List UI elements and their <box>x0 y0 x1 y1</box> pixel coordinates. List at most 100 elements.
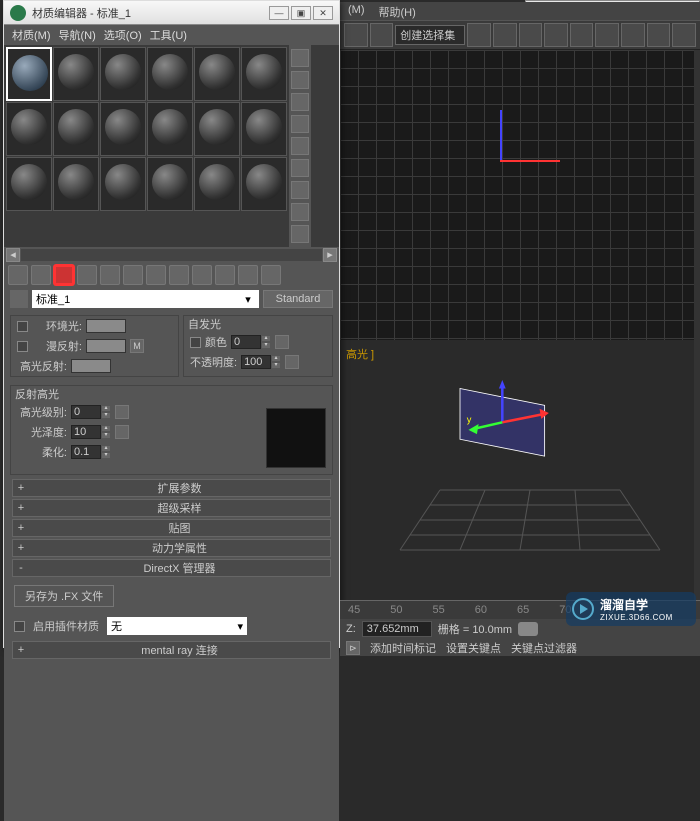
sample-slot-17[interactable] <box>194 157 240 211</box>
set-key-button[interactable]: 设置关键点 <box>446 640 501 656</box>
mirror-icon[interactable] <box>493 23 517 47</box>
toolbar-btn-3[interactable] <box>467 23 491 47</box>
sample-slot-9[interactable] <box>100 102 146 156</box>
viewport-scrollbar[interactable] <box>694 50 700 600</box>
show-map-icon[interactable] <box>192 265 212 285</box>
render-icon[interactable] <box>672 23 696 47</box>
sample-slot-10[interactable] <box>147 102 193 156</box>
ambient-swatch[interactable] <box>86 319 126 333</box>
diffuse-map-button[interactable]: M <box>130 339 144 353</box>
sample-slot-6[interactable] <box>241 47 287 101</box>
opacity-map-button[interactable] <box>285 355 299 369</box>
rollout-dynamics[interactable]: +动力学属性 <box>12 539 331 557</box>
rollout-directx[interactable]: -DirectX 管理器 <box>12 559 331 577</box>
sample-type-icon[interactable] <box>291 49 309 67</box>
reset-map-icon[interactable] <box>77 265 97 285</box>
spec-level-map-button[interactable] <box>115 405 129 419</box>
close-button[interactable]: ✕ <box>313 6 333 20</box>
menu-help[interactable]: 帮助(H) <box>379 4 416 18</box>
background-icon[interactable] <box>291 93 309 111</box>
rollout-extended[interactable]: +扩展参数 <box>12 479 331 497</box>
sample-slot-18[interactable] <box>241 157 287 211</box>
sample-hscroll[interactable]: ◂ ▸ <box>4 247 339 263</box>
z-coord-field[interactable]: 37.652mm <box>362 621 432 637</box>
self-illum-map-button[interactable] <box>275 335 289 349</box>
sample-slot-1[interactable] <box>6 47 52 101</box>
sample-slot-13[interactable] <box>6 157 52 211</box>
gloss-spinner[interactable]: 10▴▾ <box>71 425 111 439</box>
sample-slot-11[interactable] <box>194 102 240 156</box>
show-end-result-icon[interactable] <box>215 265 235 285</box>
scroll-right-icon[interactable]: ▸ <box>323 248 337 262</box>
specular-swatch[interactable] <box>71 359 111 373</box>
ambient-lock[interactable] <box>17 321 28 332</box>
sample-slot-4[interactable] <box>147 47 193 101</box>
material-name-input[interactable]: 标准_1▾ <box>32 290 259 308</box>
enable-plugin-check[interactable] <box>14 621 25 632</box>
options-icon[interactable] <box>291 181 309 199</box>
material-id-icon[interactable] <box>169 265 189 285</box>
align-icon[interactable] <box>519 23 543 47</box>
curve-editor-icon[interactable] <box>570 23 594 47</box>
scroll-track[interactable] <box>21 249 322 261</box>
scroll-left-icon[interactable]: ◂ <box>6 248 20 262</box>
diffuse-swatch[interactable] <box>86 339 126 353</box>
assign-to-selection-icon[interactable] <box>54 265 74 285</box>
sample-slot-16[interactable] <box>147 157 193 211</box>
put-to-library-icon[interactable] <box>146 265 166 285</box>
sample-slot-3[interactable] <box>100 47 146 101</box>
render-setup-icon[interactable] <box>647 23 671 47</box>
menu-maxscript[interactable]: (M) <box>348 4 365 18</box>
rollout-supersample[interactable]: +超级采样 <box>12 499 331 517</box>
sample-slot-5[interactable] <box>194 47 240 101</box>
rollout-mentalray[interactable]: +mental ray 连接 <box>12 641 331 659</box>
viewport-top[interactable] <box>340 50 700 340</box>
self-illum-check[interactable] <box>190 337 201 348</box>
key-filter-button[interactable]: 关键点过滤器 <box>511 640 577 656</box>
diffuse-lock[interactable] <box>17 341 28 352</box>
go-forward-icon[interactable] <box>261 265 281 285</box>
menu-tools[interactable]: 工具(U) <box>150 27 187 43</box>
sample-slot-7[interactable] <box>6 102 52 156</box>
get-material-icon[interactable] <box>8 265 28 285</box>
material-editor-titlebar[interactable]: 材质编辑器 - 标准_1 — ▣ ✕ <box>4 1 339 25</box>
toolbar-btn-2[interactable] <box>370 23 394 47</box>
sample-uv-icon[interactable] <box>291 115 309 133</box>
eyedropper-icon[interactable] <box>10 290 28 308</box>
make-unique-icon[interactable] <box>123 265 143 285</box>
self-illum-spinner[interactable]: 0▴▾ <box>231 335 271 349</box>
sample-slot-12[interactable] <box>241 102 287 156</box>
autokey-icon[interactable] <box>518 622 538 636</box>
sample-slot-14[interactable] <box>53 157 99 211</box>
schematic-icon[interactable] <box>595 23 619 47</box>
save-fx-button[interactable]: 另存为 .FX 文件 <box>14 585 114 607</box>
sample-slot-8[interactable] <box>53 102 99 156</box>
time-tag-icon[interactable]: ⊳ <box>346 641 360 655</box>
minimize-button[interactable]: — <box>269 6 289 20</box>
material-icon[interactable] <box>621 23 645 47</box>
navigator-icon[interactable] <box>291 225 309 243</box>
spec-level-spinner[interactable]: 0▴▾ <box>71 405 111 419</box>
soften-spinner[interactable]: 0.1▴▾ <box>71 445 111 459</box>
sample-slot-2[interactable] <box>53 47 99 101</box>
rollout-maps[interactable]: +贴图 <box>12 519 331 537</box>
select-by-mat-icon[interactable] <box>291 203 309 221</box>
put-to-scene-icon[interactable] <box>31 265 51 285</box>
gloss-map-button[interactable] <box>115 425 129 439</box>
menu-options[interactable]: 选项(O) <box>104 27 142 43</box>
material-type-button[interactable]: Standard <box>263 290 333 308</box>
menu-navigate[interactable]: 导航(N) <box>59 27 96 43</box>
go-parent-icon[interactable] <box>238 265 258 285</box>
preview-icon[interactable] <box>291 159 309 177</box>
selection-set-dropdown[interactable]: 创建选择集 <box>395 25 465 45</box>
sample-slot-15[interactable] <box>100 157 146 211</box>
add-time-tag[interactable]: 添加时间标记 <box>370 640 436 656</box>
backlight-icon[interactable] <box>291 71 309 89</box>
layers-icon[interactable] <box>544 23 568 47</box>
make-copy-icon[interactable] <box>100 265 120 285</box>
video-check-icon[interactable] <box>291 137 309 155</box>
plugin-dropdown[interactable]: 无▾ <box>107 617 247 635</box>
menu-material[interactable]: 材质(M) <box>12 27 51 43</box>
opacity-spinner[interactable]: 100▴▾ <box>241 355 281 369</box>
plane-object[interactable]: y <box>430 380 600 490</box>
